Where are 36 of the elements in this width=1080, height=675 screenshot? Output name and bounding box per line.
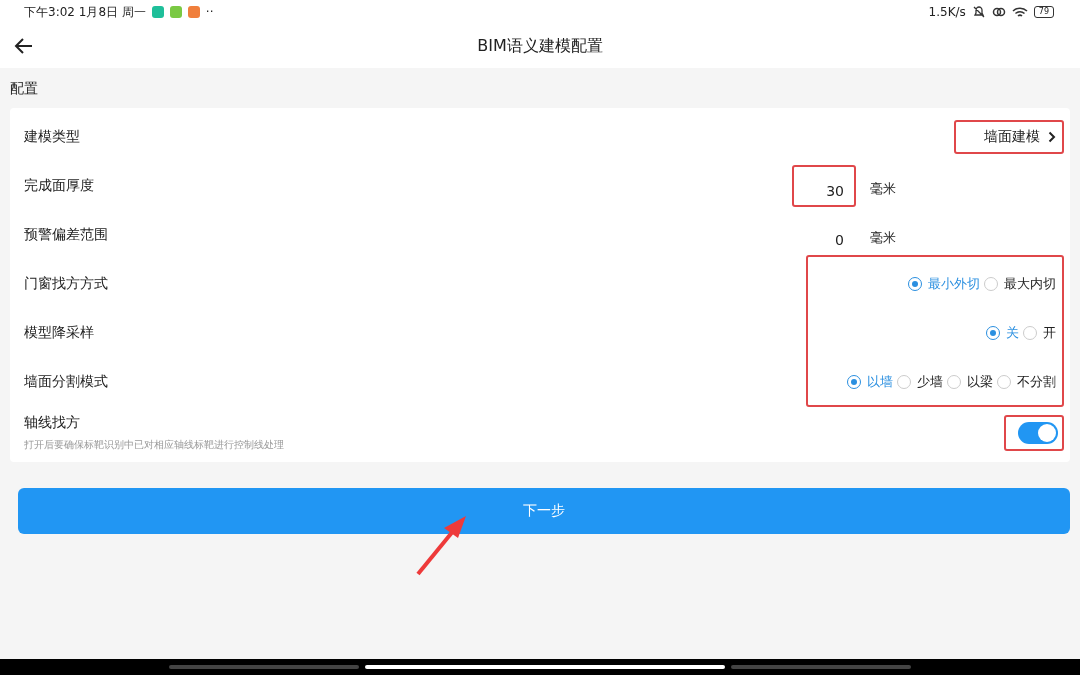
hint-text: 打开后要确保标靶识别中已对相应轴线标靶进行控制线处理	[24, 438, 284, 452]
status-time: 下午3:02 1月8日 周一	[24, 3, 146, 21]
setting-label: 建模类型	[24, 127, 80, 146]
battery-indicator: 79	[1033, 6, 1054, 18]
select-button[interactable]: 墙面建模	[956, 121, 1062, 152]
radio-option[interactable]: 少墙	[897, 372, 943, 391]
wifi-icon	[1011, 5, 1028, 19]
setting-label: 完成面厚度	[24, 176, 94, 195]
link-icon	[991, 5, 1006, 19]
section-title: 配置	[9, 79, 39, 98]
bell-muted-icon	[971, 5, 986, 19]
number-field[interactable]: 0	[792, 213, 856, 256]
number-field[interactable]: 30	[792, 164, 856, 207]
radio-option[interactable]: 以梁	[947, 372, 993, 391]
app-icon	[151, 6, 164, 18]
setting-label: 墙面分割模式	[24, 372, 108, 391]
setting-label: 轴线找方	[24, 414, 81, 432]
setting-label: 预警偏差范围	[24, 225, 108, 244]
radio-option[interactable]: 最大内切	[984, 274, 1056, 293]
page-title: BIM语义建模配置	[477, 35, 603, 57]
setting-label: 模型降采样	[24, 323, 94, 342]
radio-option[interactable]: 以墙	[847, 372, 893, 391]
chevron-right-icon	[1048, 130, 1056, 143]
radio-option[interactable]: 关	[986, 323, 1019, 342]
unit-label: 毫米	[870, 179, 896, 198]
back-arrow-icon[interactable]	[14, 37, 34, 55]
network-speed: 1.5K/s	[928, 5, 966, 19]
more-indicator: ··	[205, 5, 214, 19]
toggle-switch[interactable]	[1018, 422, 1058, 444]
app-icon	[187, 6, 200, 18]
setting-label: 门窗找方方式	[24, 274, 108, 293]
radio-option[interactable]: 开	[1023, 323, 1056, 342]
unit-label: 毫米	[870, 228, 896, 247]
radio-option[interactable]: 最小外切	[908, 274, 980, 293]
app-icon	[169, 6, 182, 18]
radio-option[interactable]: 不分割	[997, 372, 1056, 391]
